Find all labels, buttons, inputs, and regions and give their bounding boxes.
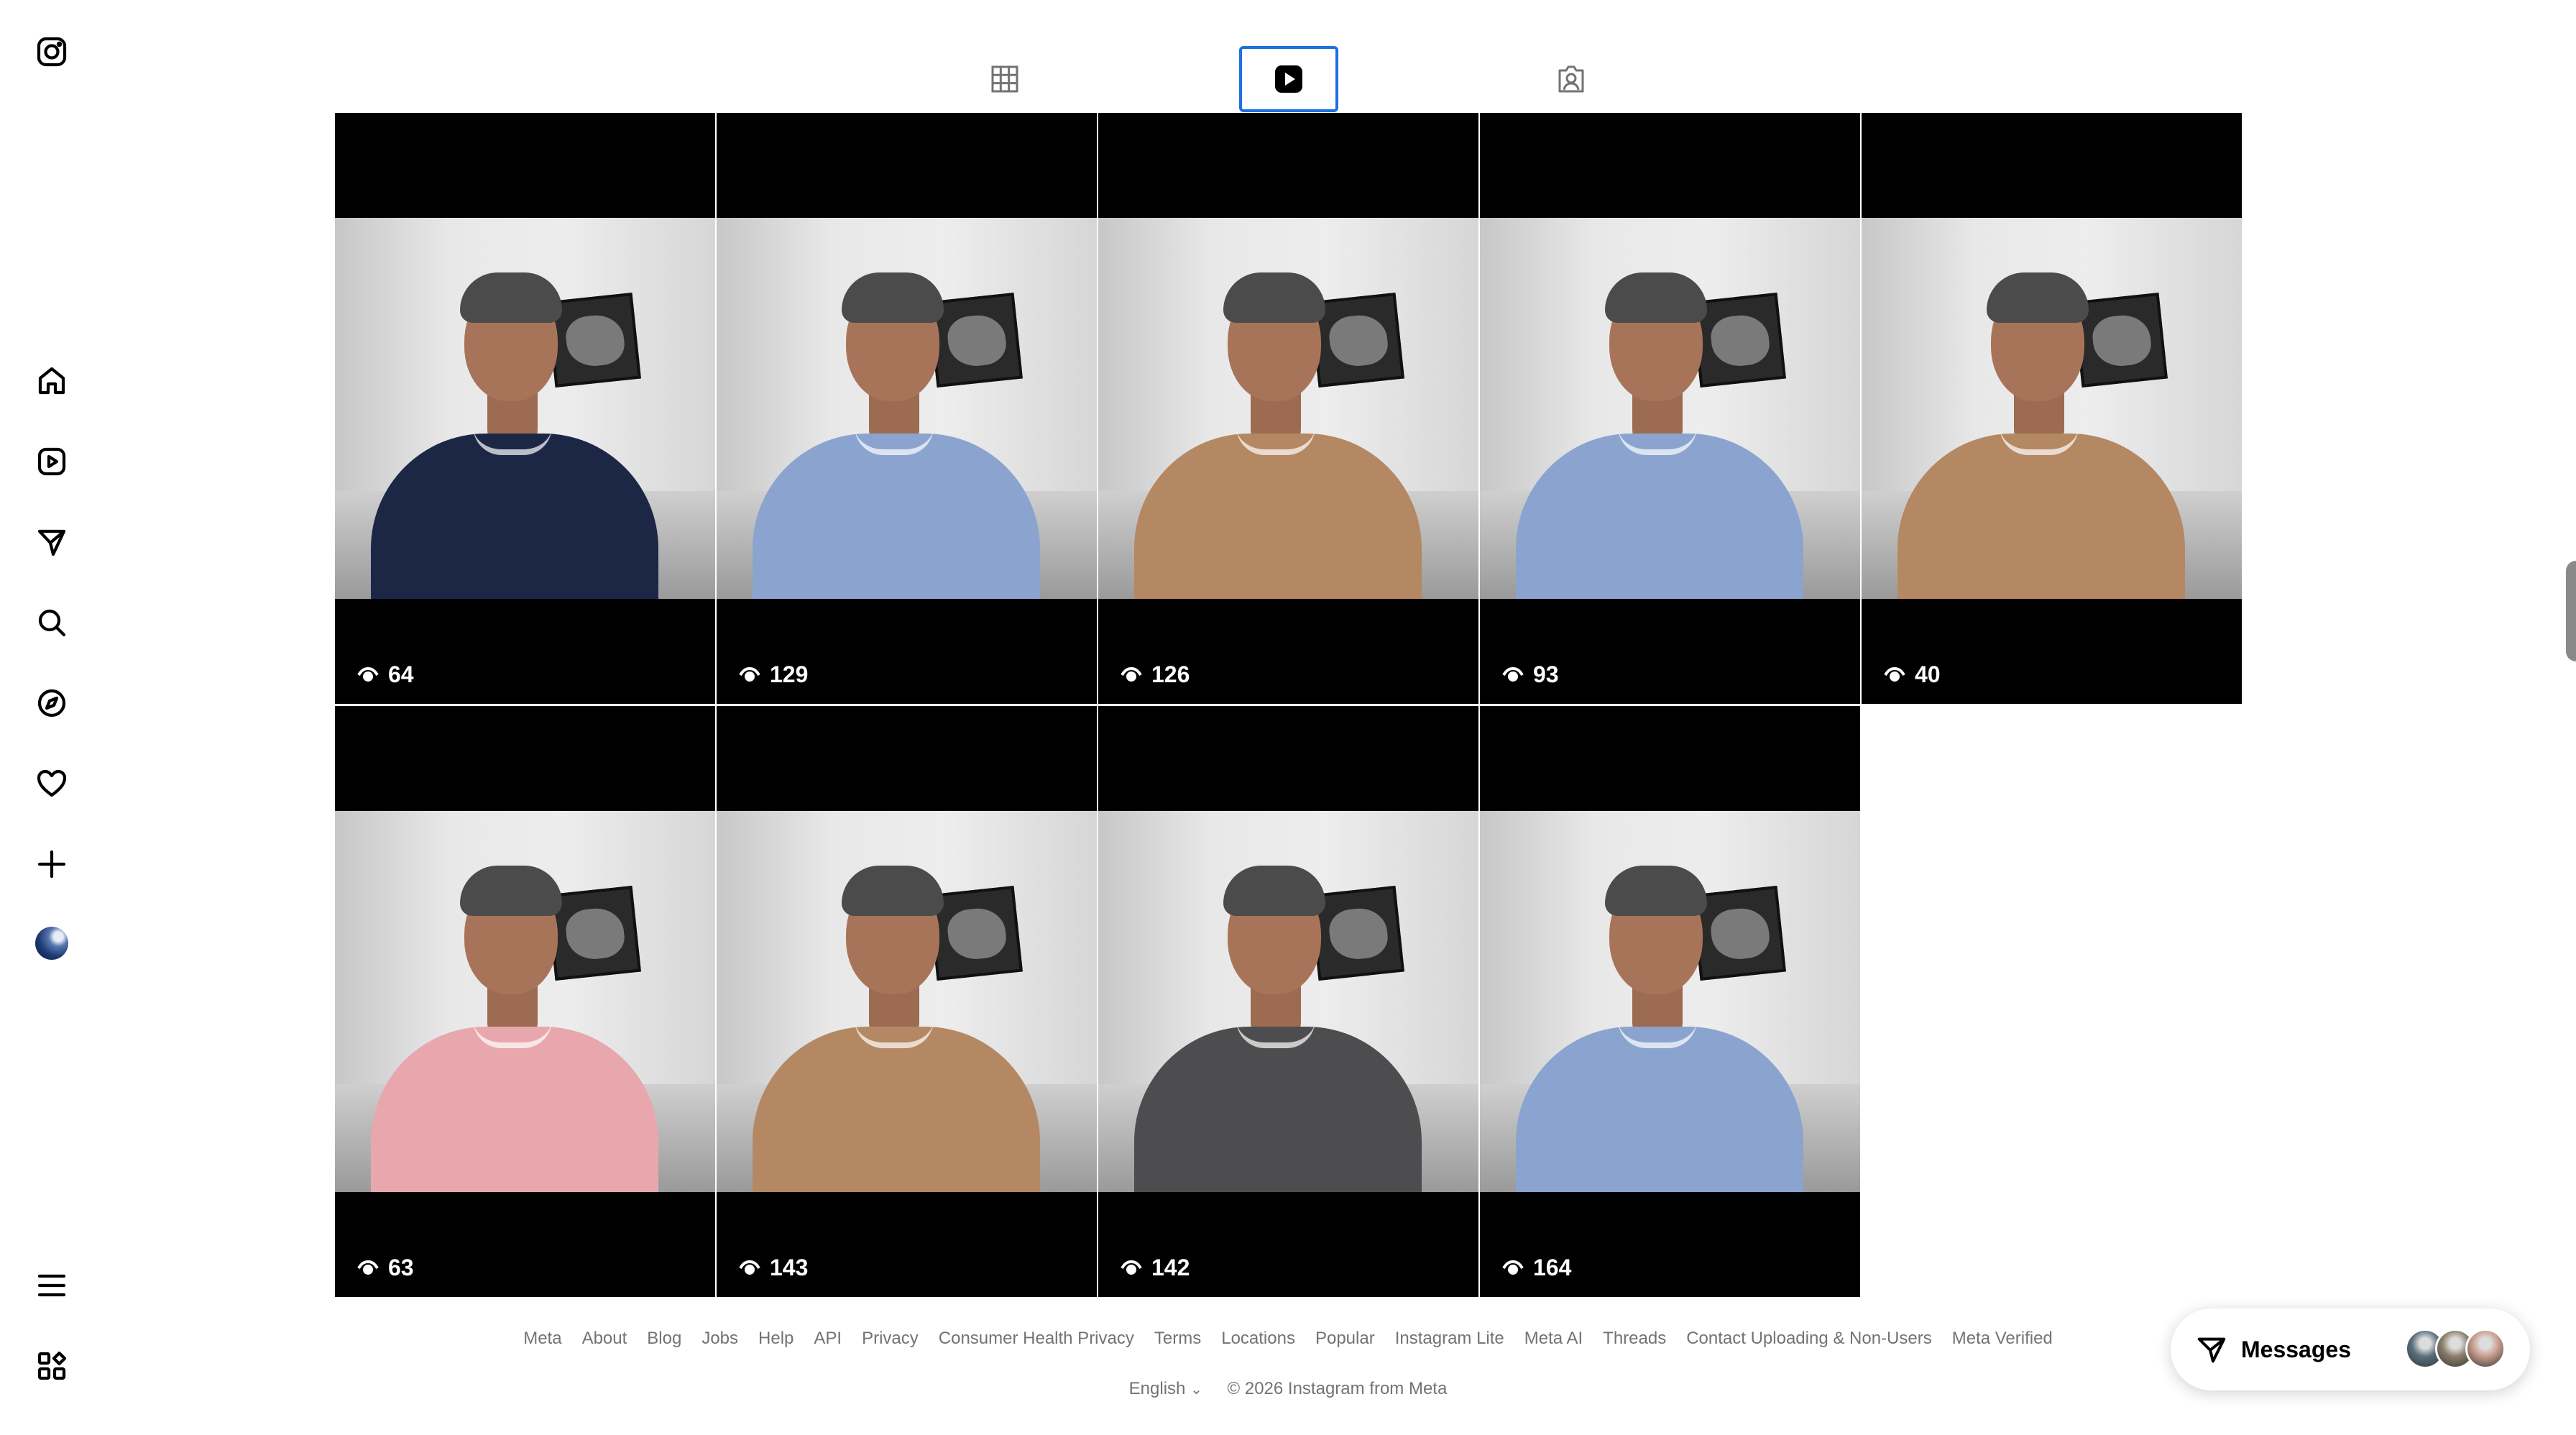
left-nav-rail xyxy=(0,0,105,1435)
language-label: English xyxy=(1128,1379,1186,1398)
eye-icon xyxy=(357,666,379,682)
view-count: 63 xyxy=(356,1255,414,1281)
profile-avatar[interactable] xyxy=(35,927,68,960)
eye-icon xyxy=(739,666,760,682)
copyright-text: © 2026 Instagram from Meta xyxy=(1227,1379,1448,1398)
view-count-value: 126 xyxy=(1151,661,1190,687)
create-plus-icon[interactable] xyxy=(33,845,70,883)
reels-icon[interactable] xyxy=(33,443,70,480)
send-paper-plane-icon xyxy=(2197,1337,2226,1363)
footer-link[interactable]: Contact Uploading & Non-Users xyxy=(1686,1329,1932,1348)
conversation-avatar xyxy=(2465,1329,2506,1369)
tab-posts-grid[interactable] xyxy=(955,46,1054,112)
view-count-value: 63 xyxy=(388,1255,414,1280)
view-count: 129 xyxy=(738,661,808,688)
view-count-value: 64 xyxy=(388,661,414,687)
reel-thumbnail xyxy=(335,811,715,1192)
reel-thumbnail xyxy=(1480,218,1860,599)
reel-tile[interactable]: 93 xyxy=(1480,113,1860,704)
footer-link[interactable]: Threads xyxy=(1603,1329,1666,1348)
more-menu-icon[interactable] xyxy=(33,1267,70,1304)
instagram-logo-icon[interactable] xyxy=(33,33,70,70)
reel-tile[interactable]: 142 xyxy=(1098,706,1478,1297)
reel-tile[interactable]: 64 xyxy=(335,113,715,704)
reel-tile[interactable]: 164 xyxy=(1480,706,1860,1297)
reel-thumbnail xyxy=(1480,811,1860,1192)
view-count-value: 129 xyxy=(770,661,809,687)
view-count: 64 xyxy=(356,661,414,688)
eye-icon xyxy=(1121,666,1142,682)
view-count: 93 xyxy=(1501,661,1559,688)
reel-thumbnail xyxy=(335,218,715,599)
footer-link[interactable]: Locations xyxy=(1221,1329,1295,1348)
reel-tile[interactable]: 129 xyxy=(717,113,1097,704)
view-count-value: 142 xyxy=(1151,1255,1190,1280)
reel-tile[interactable]: 63 xyxy=(335,706,715,1297)
footer-link[interactable]: Meta Verified xyxy=(1952,1329,2053,1348)
footer-link[interactable]: Popular xyxy=(1315,1329,1375,1348)
footer-link[interactable]: Terms xyxy=(1154,1329,1201,1348)
view-count: 40 xyxy=(1883,661,1941,688)
reel-tile[interactable]: 143 xyxy=(717,706,1097,1297)
notifications-heart-icon[interactable] xyxy=(33,765,70,802)
scroll-edge-handle xyxy=(2566,561,2576,661)
messages-button[interactable]: Messages xyxy=(2171,1308,2530,1390)
tab-reels[interactable] xyxy=(1239,46,1338,112)
view-count-value: 164 xyxy=(1533,1255,1572,1280)
footer-link[interactable]: Blog xyxy=(647,1329,681,1348)
tab-tagged[interactable] xyxy=(1522,46,1621,112)
explore-compass-icon[interactable] xyxy=(33,684,70,722)
view-count-value: 143 xyxy=(770,1255,809,1280)
reel-thumbnail xyxy=(1862,218,2242,599)
home-icon[interactable] xyxy=(33,362,70,400)
view-count: 143 xyxy=(738,1255,808,1281)
grid-icon xyxy=(991,65,1018,93)
footer-link[interactable]: Help xyxy=(758,1329,794,1348)
eye-icon xyxy=(357,1260,379,1275)
eye-icon xyxy=(1121,1260,1142,1275)
footer-link[interactable]: Meta xyxy=(523,1329,561,1348)
message-avatars xyxy=(2405,1329,2506,1369)
footer-link[interactable]: Consumer Health Privacy xyxy=(939,1329,1134,1348)
footer-link[interactable]: Privacy xyxy=(862,1329,919,1348)
footer-link[interactable]: About xyxy=(582,1329,627,1348)
language-selector[interactable]: English ⌄ xyxy=(1129,1379,1202,1398)
reel-tile[interactable]: 40 xyxy=(1862,113,2242,704)
reel-thumbnail xyxy=(1098,811,1478,1192)
direct-messages-icon[interactable] xyxy=(33,523,70,561)
footer-link[interactable]: Jobs xyxy=(702,1329,738,1348)
footer-link[interactable]: Instagram Lite xyxy=(1395,1329,1504,1348)
eye-icon xyxy=(1502,1260,1524,1275)
reel-thumbnail xyxy=(717,811,1097,1192)
reels-tab-icon xyxy=(1275,65,1302,93)
reel-thumbnail xyxy=(717,218,1097,599)
view-count-value: 40 xyxy=(1915,661,1941,687)
view-count-value: 93 xyxy=(1533,661,1559,687)
view-count: 142 xyxy=(1120,1255,1190,1281)
eye-icon xyxy=(1502,666,1524,682)
footer-link[interactable]: API xyxy=(814,1329,842,1348)
tagged-person-icon xyxy=(1558,65,1584,93)
search-icon[interactable] xyxy=(33,604,70,641)
footer-link[interactable]: Meta AI xyxy=(1524,1329,1583,1348)
reel-tile[interactable]: 126 xyxy=(1098,113,1478,704)
view-count: 164 xyxy=(1501,1255,1571,1281)
view-count: 126 xyxy=(1120,661,1190,688)
messages-label: Messages xyxy=(2241,1336,2351,1362)
eye-icon xyxy=(1884,666,1905,682)
eye-icon xyxy=(739,1260,760,1275)
chevron-down-icon: ⌄ xyxy=(1190,1382,1202,1398)
reel-thumbnail xyxy=(1098,218,1478,599)
